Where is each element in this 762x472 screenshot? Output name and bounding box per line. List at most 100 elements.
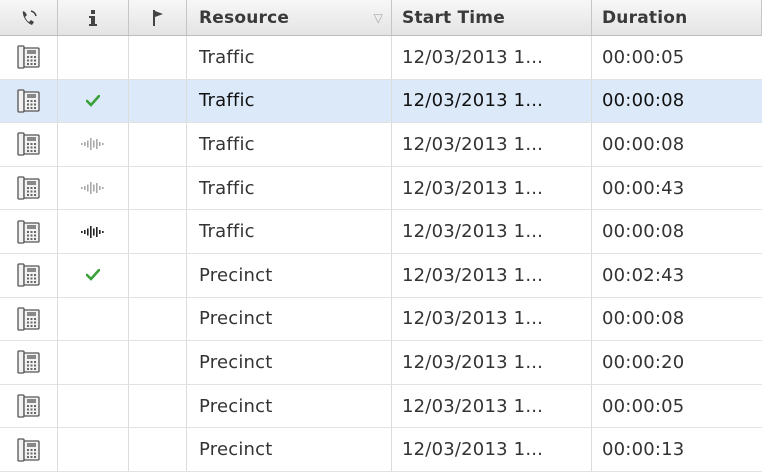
column-info[interactable]	[58, 0, 129, 35]
resource-cell: Traffic	[187, 210, 392, 253]
status-cell	[58, 123, 129, 166]
status-cell	[58, 79, 129, 123]
resource-cell: Precinct	[187, 428, 392, 471]
desk-phone-icon	[16, 393, 41, 419]
flag-cell	[129, 123, 187, 166]
desk-phone-icon	[16, 131, 41, 157]
call-grid: Resource ▽ Start Time Duration Traffic 12…	[0, 0, 762, 472]
duration-header-label: Duration	[602, 7, 688, 28]
checkmark-icon	[86, 94, 100, 107]
start-time-cell: 12/03/2013 1...	[392, 123, 592, 166]
resource-cell: Traffic	[187, 36, 392, 79]
status-cell	[58, 297, 129, 341]
status-cell	[58, 254, 129, 297]
duration-cell: 00:00:08	[602, 133, 685, 155]
status-cell	[58, 341, 129, 384]
desk-phone-icon	[16, 306, 41, 332]
resource-cell: Traffic	[187, 123, 392, 166]
info-icon	[86, 9, 100, 27]
type-cell	[0, 79, 58, 123]
desk-phone-icon	[16, 44, 41, 70]
start-time-cell: 12/03/2013 1...	[392, 341, 592, 384]
flag-cell	[129, 428, 187, 471]
resource-header-label: Resource	[199, 7, 290, 28]
type-cell	[0, 123, 58, 166]
flag-cell	[129, 254, 187, 297]
duration-cell: 00:00:20	[602, 351, 685, 373]
duration-cell: 00:00:08	[602, 308, 685, 330]
desk-phone-icon	[16, 219, 41, 245]
table-row[interactable]: Precinct 12/03/2013 1... 00:02:43	[0, 254, 762, 298]
type-cell	[0, 36, 58, 79]
table-row[interactable]: Traffic 12/03/2013 1... 00:00:05	[0, 36, 762, 80]
checkmark-icon	[86, 269, 100, 282]
flag-cell	[129, 36, 187, 79]
type-cell	[0, 254, 58, 297]
status-cell	[58, 36, 129, 79]
desk-phone-icon	[16, 349, 41, 375]
start-time-cell: 12/03/2013 1...	[392, 384, 592, 428]
column-resource[interactable]: Resource ▽	[187, 0, 392, 35]
resource-cell: Precinct	[187, 297, 392, 341]
start-time-cell: 12/03/2013 1...	[392, 428, 592, 471]
table-row[interactable]: Precinct 12/03/2013 1... 00:00:05	[0, 384, 762, 429]
type-cell	[0, 210, 58, 253]
table-row[interactable]: Traffic 12/03/2013 1... 00:00:08	[0, 210, 762, 254]
table-row[interactable]: Traffic 12/03/2013 1... 00:00:43	[0, 166, 762, 211]
status-cell	[58, 166, 129, 210]
table-row[interactable]: Precinct 12/03/2013 1... 00:00:08	[0, 297, 762, 342]
column-start-time[interactable]: Start Time	[392, 0, 592, 35]
duration-cell: 00:00:13	[602, 439, 685, 461]
desk-phone-icon	[16, 88, 41, 114]
grid-header: Resource ▽ Start Time Duration	[0, 0, 762, 36]
flag-cell	[129, 210, 187, 253]
type-cell	[0, 341, 58, 384]
resource-cell: Traffic	[187, 166, 392, 210]
flag-icon	[151, 9, 165, 27]
status-cell	[58, 210, 129, 253]
type-cell	[0, 297, 58, 341]
audio-waveform-icon	[80, 225, 106, 239]
phone-icon	[20, 9, 38, 27]
flag-cell	[129, 166, 187, 210]
duration-cell: 00:00:43	[602, 177, 685, 199]
start-time-cell: 12/03/2013 1...	[392, 166, 592, 210]
audio-waveform-icon	[80, 137, 106, 151]
status-cell	[58, 428, 129, 471]
duration-cell: 00:00:05	[602, 395, 685, 417]
table-row[interactable]: Precinct 12/03/2013 1... 00:00:13	[0, 428, 762, 472]
flag-cell	[129, 384, 187, 428]
type-cell	[0, 384, 58, 428]
start-time-cell: 12/03/2013 1...	[392, 79, 592, 123]
flag-cell	[129, 341, 187, 384]
duration-cell: 00:02:43	[602, 264, 685, 286]
status-cell	[58, 384, 129, 428]
resource-cell: Traffic	[187, 79, 392, 123]
audio-waveform-icon	[80, 181, 106, 195]
flag-cell	[129, 297, 187, 341]
desk-phone-icon	[16, 437, 41, 463]
desk-phone-icon	[16, 175, 41, 201]
start-time-cell: 12/03/2013 1...	[392, 210, 592, 253]
table-row[interactable]: Traffic 12/03/2013 1... 00:00:08	[0, 123, 762, 167]
flag-cell	[129, 79, 187, 123]
start-time-cell: 12/03/2013 1...	[392, 36, 592, 79]
column-duration[interactable]: Duration	[592, 0, 762, 35]
resource-cell: Precinct	[187, 384, 392, 428]
start-time-cell: 12/03/2013 1...	[392, 254, 592, 297]
start-time-cell: 12/03/2013 1...	[392, 297, 592, 341]
column-flag[interactable]	[129, 0, 187, 35]
desk-phone-icon	[16, 262, 41, 288]
resource-cell: Precinct	[187, 254, 392, 297]
type-cell	[0, 166, 58, 210]
type-cell	[0, 428, 58, 471]
resource-cell: Precinct	[187, 341, 392, 384]
duration-cell: 00:00:08	[602, 221, 685, 243]
column-type[interactable]	[0, 0, 58, 35]
duration-cell: 00:00:08	[602, 90, 685, 112]
filter-icon[interactable]: ▽	[374, 11, 383, 25]
duration-cell: 00:00:05	[602, 46, 685, 68]
table-row[interactable]: Precinct 12/03/2013 1... 00:00:20	[0, 341, 762, 385]
start-time-header-label: Start Time	[402, 7, 505, 28]
table-row[interactable]: Traffic 12/03/2013 1... 00:00:08	[0, 79, 762, 124]
